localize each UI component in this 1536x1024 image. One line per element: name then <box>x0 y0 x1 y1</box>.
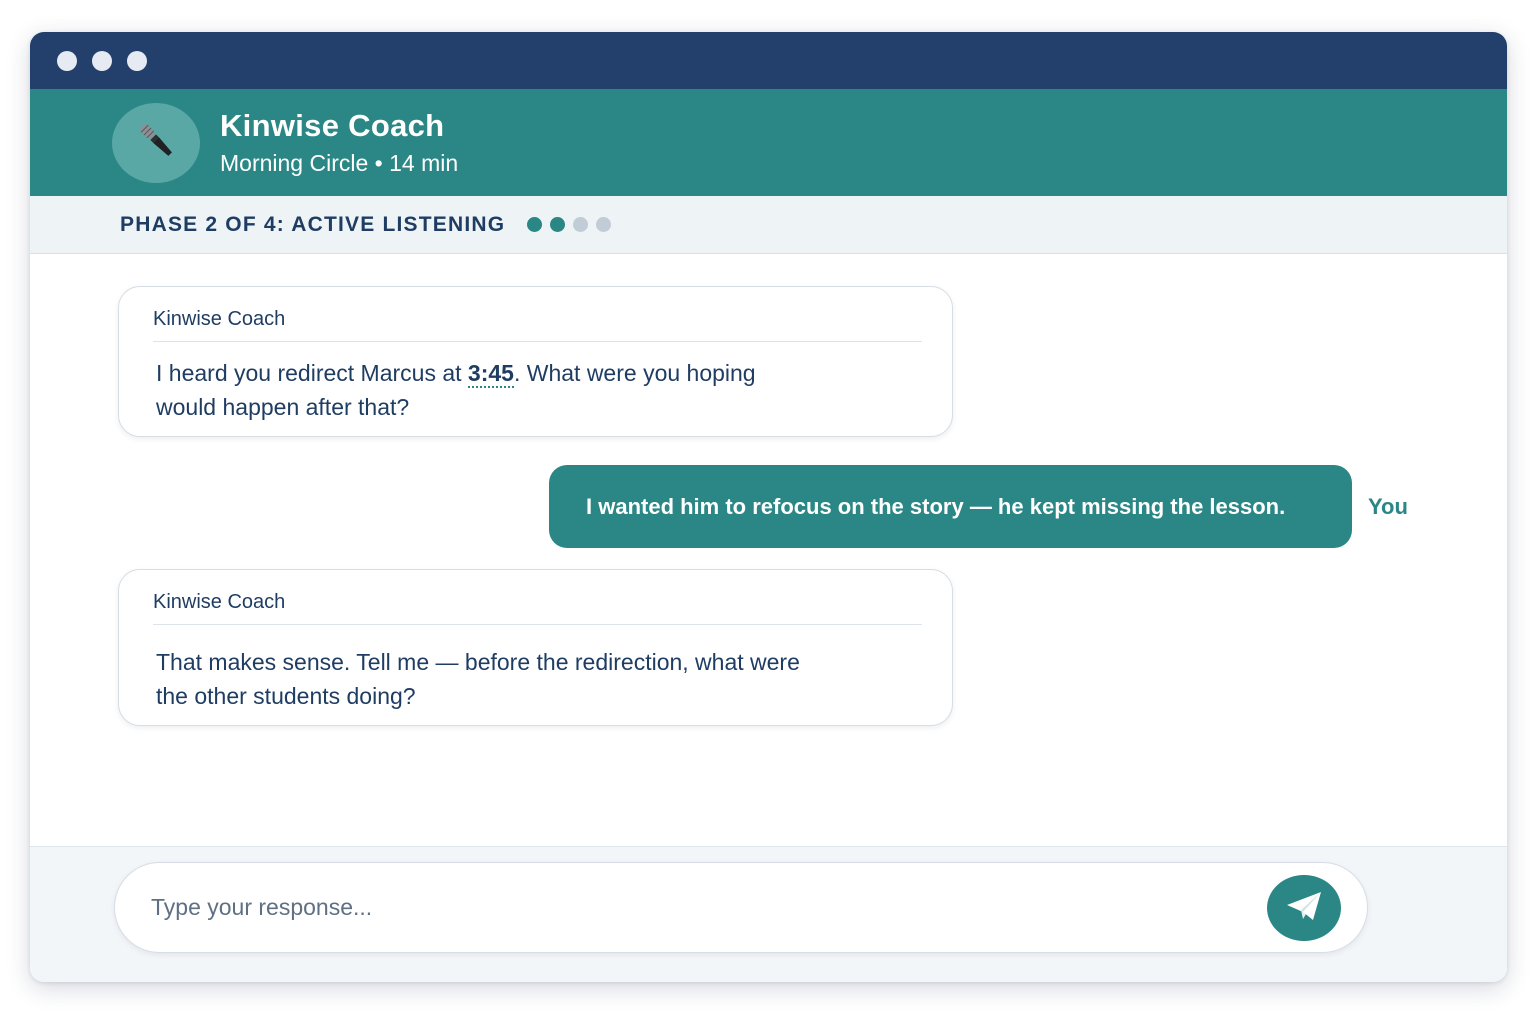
phase-dot-3 <box>573 217 589 232</box>
message-text: I heard you redirect Marcus at 3:45. Wha… <box>156 360 756 420</box>
composer-box <box>114 862 1368 953</box>
window-maximize-button[interactable] <box>127 50 147 71</box>
message-author: Kinwise Coach <box>153 588 922 625</box>
coach-header: Kinwise Coach Morning Circle • 14 min <box>30 89 1507 196</box>
coach-message: Kinwise Coach That makes sense. Tell me … <box>118 569 953 726</box>
user-message-row: I wanted him to refocus on the story — h… <box>549 465 1408 548</box>
composer-area <box>30 846 1507 982</box>
microphone-icon <box>133 117 179 168</box>
window-close-button[interactable] <box>57 50 77 71</box>
app-window: Kinwise Coach Morning Circle • 14 min PH… <box>30 32 1507 982</box>
avatar <box>112 102 200 183</box>
user-author-label: You <box>1368 493 1408 519</box>
phase-label: PHASE 2 OF 4: ACTIVE LISTENING <box>120 212 506 236</box>
coach-message: Kinwise Coach I heard you redirect Marcu… <box>118 286 953 437</box>
coach-title: Kinwise Coach <box>220 107 445 143</box>
paper-plane-icon <box>1284 888 1324 929</box>
phase-dots <box>527 217 612 232</box>
window-minimize-button[interactable] <box>92 50 112 71</box>
window-titlebar <box>30 32 1507 89</box>
phase-dot-1 <box>527 217 543 232</box>
phase-dot-2 <box>550 217 566 232</box>
timestamp-link[interactable]: 3:45 <box>467 360 514 388</box>
response-input[interactable] <box>151 863 1251 951</box>
phase-dot-4 <box>596 217 612 232</box>
chat-thread: Kinwise Coach I heard you redirect Marcu… <box>30 254 1507 846</box>
message-author: Kinwise Coach <box>153 305 922 342</box>
user-message: I wanted him to refocus on the story — h… <box>549 465 1352 548</box>
session-subtitle: Morning Circle • 14 min <box>220 149 459 176</box>
message-text: That makes sense. Tell me — before the r… <box>156 649 800 709</box>
send-button[interactable] <box>1267 875 1341 941</box>
phase-progress-bar: PHASE 2 OF 4: ACTIVE LISTENING <box>30 196 1507 254</box>
